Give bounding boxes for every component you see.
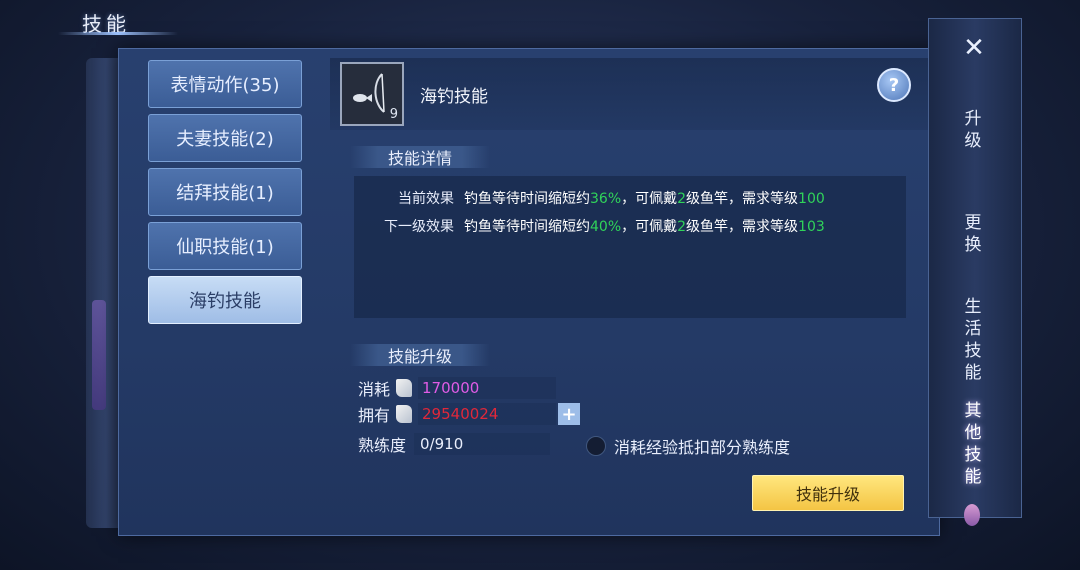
cost-row: 消耗 170000 <box>358 376 557 400</box>
skill-content: 9 海钓技能 ? 技能详情 当前效果 钓鱼等待时间缩短约36%，可佩戴2级鱼竿，需… <box>330 58 934 528</box>
close-icon[interactable]: ✕ <box>960 33 988 63</box>
proficiency-label: 熟练度 <box>358 436 407 455</box>
current-effect-text2: ，可佩戴 <box>621 191 678 207</box>
details-section-title: 技能详情 <box>350 146 490 168</box>
current-effect-text3: 级鱼竿，需求等级 <box>686 191 799 207</box>
next-effect-text2: ，可佩戴 <box>621 219 678 235</box>
side-tab-replace[interactable]: 更换 <box>950 212 996 256</box>
current-effect-req: 100 <box>798 191 825 207</box>
tab-sworn-skills[interactable]: 结拜技能(1) <box>148 168 302 216</box>
tab-immortal-skills[interactable]: 仙职技能(1) <box>148 222 302 270</box>
side-tab-life-skills-label: 生活技能 <box>964 297 982 383</box>
exp-deduct-radio[interactable] <box>586 436 606 456</box>
scroll-currency-icon <box>396 405 413 423</box>
exp-deduct-label: 消耗经验抵扣部分熟练度 <box>614 438 791 457</box>
proficiency-row: 熟练度 0/910 <box>358 432 551 456</box>
ribbon-decoration <box>92 300 106 410</box>
owned-value: 29540024 <box>418 403 557 425</box>
owned-row: 拥有 29540024 + <box>358 402 581 426</box>
side-tab-replace-label: 更换 <box>964 213 982 255</box>
current-effect-label: 当前效果 <box>398 191 454 207</box>
cost-label: 消耗 <box>358 380 391 399</box>
next-effect-text1: 钓鱼等待时间缩短约 <box>464 219 590 235</box>
skill-upgrade-button[interactable]: 技能升级 <box>752 475 904 511</box>
skill-header: 9 海钓技能 ? <box>330 58 934 130</box>
side-tab-upgrade[interactable]: 升级 <box>950 108 996 152</box>
side-tab-other-skills-label: 其他技能 <box>964 401 982 487</box>
details-box: 当前效果 钓鱼等待时间缩短约36%，可佩戴2级鱼竿，需求等级100 下一级效果 钓鱼… <box>354 176 906 318</box>
next-effect-text3: 级鱼竿，需求等级 <box>686 219 799 235</box>
next-effect-label: 下一级效果 <box>384 219 454 235</box>
owned-label: 拥有 <box>358 406 391 425</box>
current-effect-text1: 钓鱼等待时间缩短约 <box>464 191 590 207</box>
tassel-decoration <box>964 504 980 526</box>
scroll-currency-icon <box>396 379 413 397</box>
current-effect-pct: 36% <box>590 191 622 207</box>
next-effect-count: 2 <box>677 219 687 235</box>
next-effect-row: 下一级效果 钓鱼等待时间缩短约40%，可佩戴2级鱼竿，需求等级103 <box>354 216 825 236</box>
current-effect-count: 2 <box>677 191 687 207</box>
side-tab-life-skills[interactable]: 生活技能 <box>950 296 996 384</box>
upgrade-section-title: 技能升级 <box>350 344 490 366</box>
add-currency-button[interactable]: + <box>558 403 581 425</box>
help-button[interactable]: ? <box>877 68 911 102</box>
fishing-rod-icon[interactable]: 9 <box>340 62 404 126</box>
tab-emotes[interactable]: 表情动作(35) <box>148 60 302 108</box>
category-tab-list: 表情动作(35) 夫妻技能(2) 结拜技能(1) 仙职技能(1) 海钓技能 <box>148 60 306 330</box>
tab-couple-skills[interactable]: 夫妻技能(2) <box>148 114 302 162</box>
cost-value: 170000 <box>418 377 557 399</box>
side-tab-other-skills[interactable]: 其他技能 <box>950 400 996 488</box>
side-tab-upgrade-label: 升级 <box>964 109 982 151</box>
current-effect-row: 当前效果 钓鱼等待时间缩短约36%，可佩戴2级鱼竿，需求等级100 <box>354 188 825 208</box>
exp-deduct-option[interactable]: 消耗经验抵扣部分熟练度 <box>586 434 790 458</box>
skill-level: 9 <box>389 107 398 122</box>
skill-name: 海钓技能 <box>420 87 488 107</box>
proficiency-value: 0/910 <box>414 433 551 455</box>
next-effect-pct: 40% <box>590 219 622 235</box>
tab-sea-fishing-skills[interactable]: 海钓技能 <box>148 276 302 324</box>
title-decoration <box>58 32 178 35</box>
next-effect-req: 103 <box>798 219 825 235</box>
